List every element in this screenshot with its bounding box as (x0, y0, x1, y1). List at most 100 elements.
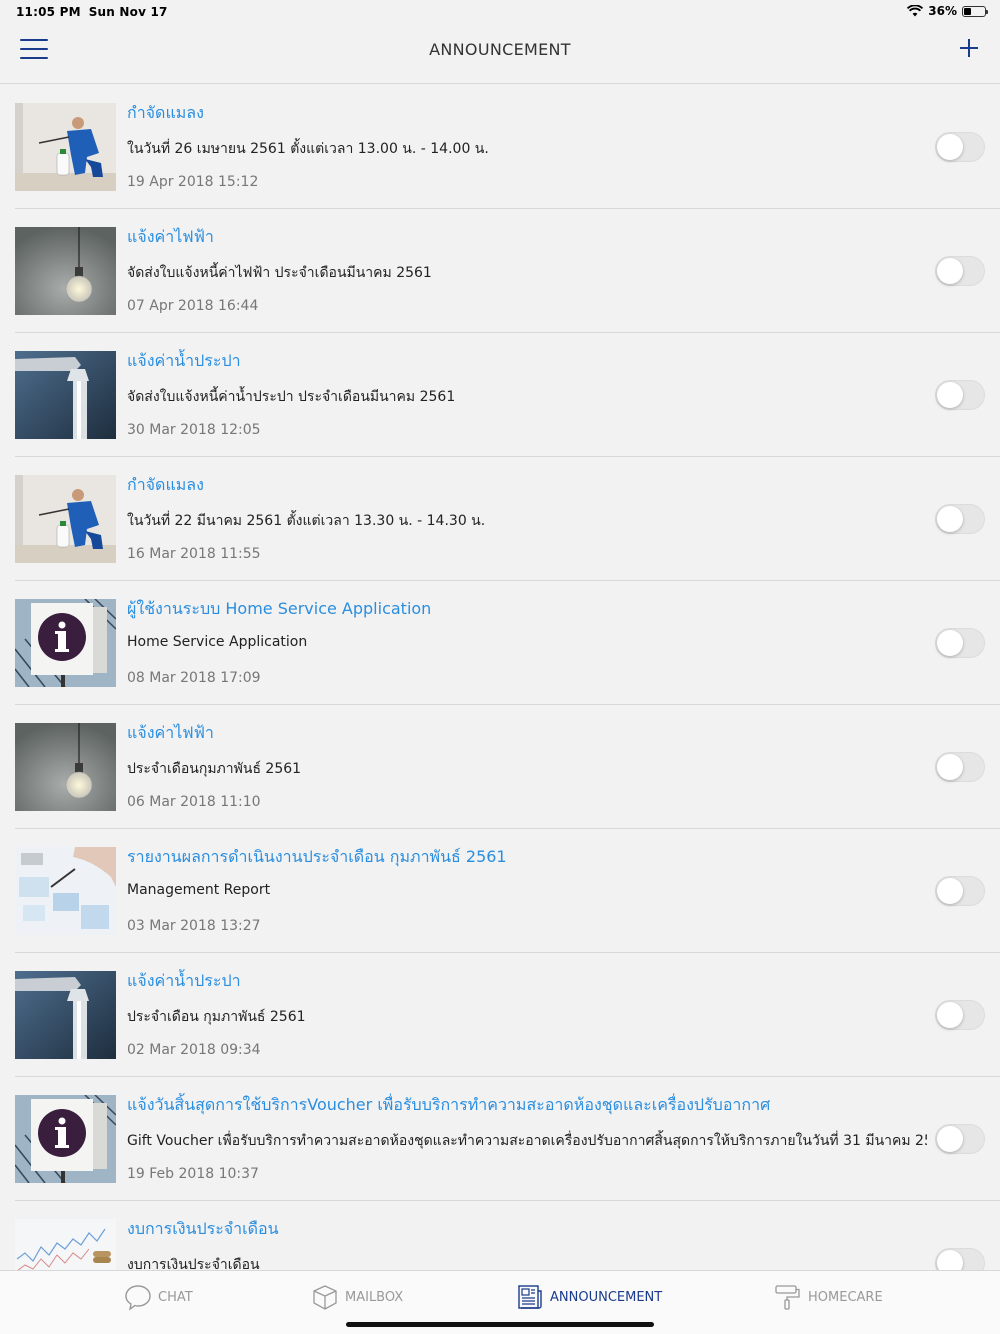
announcement-thumbnail (15, 971, 116, 1059)
chat-bubble-icon (125, 1285, 151, 1311)
announcement-item[interactable]: กำจัดแมลง ในวันที่ 22 มีนาคม 2561 ตั้งแต… (15, 457, 1000, 581)
status-bar: 11:05 PM Sun Nov 17 36% (0, 0, 1000, 24)
status-right: 36% (907, 4, 988, 18)
announcement-date: 19 Apr 2018 15:12 (127, 174, 259, 190)
announcement-toggle[interactable] (935, 628, 985, 658)
announcement-body: ในวันที่ 26 เมษายน 2561 ตั้งแต่เวลา 13.0… (127, 141, 489, 157)
announcement-body: จัดส่งใบแจ้งหนี้ค่าไฟฟ้า ประจำเดือนมีนาค… (127, 265, 432, 281)
announcement-item[interactable]: กำจัดแมลง ในวันที่ 26 เมษายน 2561 ตั้งแต… (15, 85, 1000, 209)
water-tap-thumbnail (15, 351, 116, 439)
toggle-knob (937, 134, 963, 160)
announcement-item[interactable]: ผู้ใช้งานระบบ Home Service Application H… (15, 581, 1000, 705)
page-title: ANNOUNCEMENT (429, 40, 571, 59)
announcement-thumbnail (15, 847, 116, 935)
announcement-toggle[interactable] (935, 380, 985, 410)
announcement-title: กำจัดแมลง (127, 103, 204, 122)
announcement-body: งบการเงินประจำเดือน (127, 1257, 260, 1270)
announcement-body: Management Report (127, 882, 271, 898)
information-sign-thumbnail (15, 599, 116, 687)
announcement-toggle[interactable] (935, 504, 985, 534)
status-clock: 11:05 PM (16, 5, 81, 19)
announcement-list: กำจัดแมลง ในวันที่ 26 เมษายน 2561 ตั้งแต… (0, 85, 1000, 1270)
toggle-knob (937, 258, 963, 284)
toggle-knob (937, 1002, 963, 1028)
battery-percent: 36% (928, 4, 957, 18)
announcement-item[interactable]: แจ้งค่าไฟฟ้า ประจำเดือนกุมภาพันธ์ 2561 0… (15, 705, 1000, 829)
tab-homecare[interactable]: HOMECARE (774, 1281, 883, 1313)
toggle-knob (937, 382, 963, 408)
announcement-body: Home Service Application (127, 634, 308, 650)
announcement-date: 06 Mar 2018 11:10 (127, 794, 261, 810)
status-date: Sun Nov 17 (88, 5, 168, 19)
announcement-toggle[interactable] (935, 132, 985, 162)
announcement-toggle[interactable] (935, 876, 985, 906)
report-thumbnail (15, 847, 116, 935)
water-tap-thumbnail (15, 971, 116, 1059)
wifi-icon (907, 5, 924, 17)
toggle-knob (937, 754, 963, 780)
toggle-knob (937, 1250, 963, 1270)
announcement-item[interactable]: แจ้งวันสิ้นสุดการใช้บริการVoucher เพื่อร… (15, 1077, 1000, 1201)
paint-roller-icon (775, 1285, 800, 1310)
announcement-date: 02 Mar 2018 09:34 (127, 1042, 261, 1058)
announcement-title: แจ้งวันสิ้นสุดการใช้บริการVoucher เพื่อร… (127, 1095, 771, 1114)
announcement-item[interactable]: งบการเงินประจำเดือน งบการเงินประจำเดือน (15, 1201, 1000, 1270)
announcement-thumbnail (15, 723, 116, 811)
tab-mailbox[interactable]: MAILBOX (311, 1281, 403, 1313)
announcement-toggle[interactable] (935, 752, 985, 782)
toggle-knob (937, 630, 963, 656)
announcement-item[interactable]: แจ้งค่าน้ำประปา ประจำเดือน กุมภาพันธ์ 25… (15, 953, 1000, 1077)
toggle-knob (937, 878, 963, 904)
box-icon (313, 1285, 337, 1310)
navigation-bar: ANNOUNCEMENT (0, 24, 1000, 84)
announcement-thumbnail (15, 599, 116, 687)
announcement-title: แจ้งค่าไฟฟ้า (127, 723, 214, 742)
announcement-body: ประจำเดือน กุมภาพันธ์ 2561 (127, 1009, 306, 1025)
announcement-title: กำจัดแมลง (127, 475, 204, 494)
announcement-title: แจ้งค่าไฟฟ้า (127, 227, 214, 246)
toggle-knob (937, 1126, 963, 1152)
announcement-date: 19 Feb 2018 10:37 (127, 1166, 259, 1182)
add-announcement-button[interactable] (958, 37, 980, 59)
light-bulb-thumbnail (15, 723, 116, 811)
tab-chat[interactable]: CHAT (124, 1281, 193, 1313)
battery-icon (962, 5, 988, 17)
announcement-date: 30 Mar 2018 12:05 (127, 422, 261, 438)
pest-control-thumbnail (15, 103, 116, 191)
newspaper-icon (518, 1285, 542, 1309)
announcement-thumbnail (15, 1095, 116, 1183)
announcement-date: 03 Mar 2018 13:27 (127, 918, 261, 934)
announcement-title: ผู้ใช้งานระบบ Home Service Application (127, 599, 432, 618)
announcement-toggle[interactable] (935, 1124, 985, 1154)
light-bulb-thumbnail (15, 227, 116, 315)
announcement-thumbnail (15, 1219, 116, 1270)
announcement-item[interactable]: รายงานผลการดำเนินงานประจำเดือน กุมภาพันธ… (15, 829, 1000, 953)
tab-announcement-label: ANNOUNCEMENT (550, 1289, 663, 1305)
status-time: 11:05 PM Sun Nov 17 (16, 5, 176, 19)
toggle-knob (937, 506, 963, 532)
announcement-toggle[interactable] (935, 1248, 985, 1270)
finance-chart-thumbnail (15, 1219, 116, 1270)
announcement-date: 08 Mar 2018 17:09 (127, 670, 261, 686)
announcement-body: จัดส่งใบแจ้งหนี้ค่าน้ำประปา ประจำเดือนมี… (127, 389, 456, 405)
announcement-date: 07 Apr 2018 16:44 (127, 298, 259, 314)
announcement-date: 16 Mar 2018 11:55 (127, 546, 261, 562)
announcement-thumbnail (15, 351, 116, 439)
announcement-title: รายงานผลการดำเนินงานประจำเดือน กุมภาพันธ… (127, 847, 507, 866)
announcement-title: แจ้งค่าน้ำประปา (127, 971, 241, 990)
tab-mailbox-label: MAILBOX (345, 1289, 404, 1305)
announcement-title: แจ้งค่าน้ำประปา (127, 351, 241, 370)
tab-chat-label: CHAT (158, 1289, 193, 1305)
announcement-item[interactable]: แจ้งค่าน้ำประปา จัดส่งใบแจ้งหนี้ค่าน้ำปร… (15, 333, 1000, 457)
tab-homecare-label: HOMECARE (808, 1289, 883, 1305)
pest-control-thumbnail (15, 475, 116, 563)
announcement-body: ในวันที่ 22 มีนาคม 2561 ตั้งแต่เวลา 13.3… (127, 513, 486, 529)
announcement-toggle[interactable] (935, 256, 985, 286)
announcement-body: Gift Voucher เพื่อรับบริการทำความสะอาดห้… (127, 1133, 927, 1149)
announcement-toggle[interactable] (935, 1000, 985, 1030)
information-sign-thumbnail (15, 1095, 116, 1183)
home-indicator (346, 1322, 654, 1327)
announcement-item[interactable]: แจ้งค่าไฟฟ้า จัดส่งใบแจ้งหนี้ค่าไฟฟ้า ปร… (15, 209, 1000, 333)
tab-announcement[interactable]: ANNOUNCEMENT (516, 1281, 662, 1313)
announcement-title: งบการเงินประจำเดือน (127, 1219, 279, 1238)
